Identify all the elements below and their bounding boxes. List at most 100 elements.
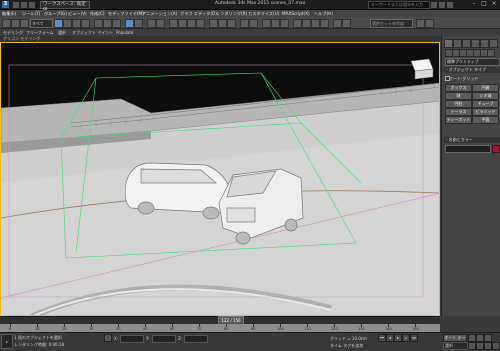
- cone-button[interactable]: 円錐: [472, 84, 499, 92]
- maxscript-listener-icon[interactable]: ▸: [1, 334, 13, 349]
- pan-view-icon[interactable]: [476, 342, 484, 350]
- close-icon[interactable]: ×: [490, 1, 498, 7]
- object-name-field[interactable]: [445, 145, 491, 153]
- move-icon[interactable]: [94, 19, 103, 28]
- menu-animation[interactable]: アニメーション(A): [142, 10, 177, 17]
- tab-object-paint[interactable]: オブジェクト ペイント: [72, 29, 113, 36]
- new-file-icon[interactable]: [12, 1, 20, 9]
- menu-tools[interactable]: ツール(T): [22, 10, 40, 17]
- sphere-button[interactable]: 球: [445, 92, 472, 100]
- keyboard-shortcut-icon[interactable]: [156, 19, 165, 28]
- layer-explorer-icon[interactable]: [249, 19, 258, 28]
- toolbar-options-icon[interactable]: [425, 19, 434, 28]
- reference-coord-icon[interactable]: [125, 19, 134, 28]
- render-setup-icon[interactable]: [302, 19, 311, 28]
- save-file-icon[interactable]: [28, 1, 36, 9]
- tube-button[interactable]: チューブ: [472, 100, 499, 108]
- field-of-view-icon[interactable]: [468, 342, 476, 350]
- torus-button[interactable]: トーラス: [445, 108, 472, 116]
- box-button[interactable]: ボックス: [445, 84, 472, 92]
- create-tab-icon[interactable]: [444, 39, 453, 48]
- prev-frame-icon[interactable]: ◂: [386, 334, 394, 342]
- rollout-object-type[interactable]: - オブジェクト タイプ: [444, 67, 500, 73]
- link-icon[interactable]: [20, 19, 29, 28]
- goto-end-icon[interactable]: ⏭: [410, 334, 418, 342]
- spinner-snap-icon[interactable]: [196, 19, 205, 28]
- angle-snap-icon[interactable]: [178, 19, 187, 28]
- auto-key-button[interactable]: オート キー: [443, 334, 467, 342]
- utilities-tab-icon[interactable]: [489, 39, 498, 48]
- plane-button[interactable]: 平面: [472, 116, 499, 124]
- redo-icon[interactable]: [11, 19, 20, 28]
- schematic-view-icon[interactable]: [280, 19, 289, 28]
- material-editor-icon[interactable]: [293, 19, 302, 28]
- menu-maxscript[interactable]: MAXScript(X): [282, 10, 310, 17]
- modify-tab-icon[interactable]: [453, 39, 462, 48]
- teapot-render-icon[interactable]: [333, 19, 342, 28]
- search-icon[interactable]: [430, 1, 438, 9]
- named-selection-set-dropdown[interactable]: 選択セットを作成: [370, 19, 413, 28]
- snap-toggle-icon[interactable]: [169, 19, 178, 28]
- minimize-icon[interactable]: –: [470, 1, 478, 7]
- ribbon-toggle-icon[interactable]: [262, 19, 271, 28]
- teapot-button[interactable]: ティーポット: [445, 116, 472, 124]
- mirror-icon[interactable]: [218, 19, 227, 28]
- key-filter-dropdown[interactable]: 選択: [443, 342, 468, 350]
- percent-snap-icon[interactable]: [187, 19, 196, 28]
- coord-z-field[interactable]: [184, 335, 208, 343]
- play-icon[interactable]: ▸: [394, 334, 402, 342]
- add-time-tag[interactable]: タイム タグを追加: [330, 343, 363, 349]
- menu-edit[interactable]: 編集(E): [2, 10, 16, 17]
- rollout-name-color[interactable]: - 名前とカラー: [444, 137, 500, 143]
- select-object-icon[interactable]: [54, 19, 63, 28]
- zoom-all-icon[interactable]: [476, 334, 484, 342]
- lock-selection-icon[interactable]: [104, 334, 112, 342]
- region-select-icon[interactable]: [72, 19, 81, 28]
- a360-render-icon[interactable]: [342, 19, 351, 28]
- selection-filter-dropdown[interactable]: すべて: [30, 19, 53, 28]
- scale-icon[interactable]: [112, 19, 121, 28]
- undo-icon[interactable]: [2, 19, 11, 28]
- menu-graph-editors[interactable]: グラフ エディタ(D): [180, 10, 217, 17]
- scene-explorer-icon[interactable]: [240, 19, 249, 28]
- help-icon[interactable]: [446, 1, 454, 9]
- tab-populate[interactable]: Populate: [116, 29, 133, 36]
- render-production-icon[interactable]: [320, 19, 329, 28]
- cylinder-button[interactable]: 円柱: [445, 100, 472, 108]
- next-frame-icon[interactable]: ▹: [402, 334, 410, 342]
- object-category-dropdown[interactable]: 標準プリミティブ: [445, 58, 500, 66]
- pyramid-button[interactable]: ピラミッド: [472, 108, 499, 116]
- signin-icon[interactable]: [438, 1, 446, 9]
- orbit-icon[interactable]: [484, 342, 492, 350]
- coord-y-field[interactable]: [152, 335, 176, 343]
- trackbar[interactable]: 0 10 20 30 40 50 60 70 80 90 100 110 120…: [0, 324, 440, 332]
- quick-access-icon[interactable]: [416, 19, 425, 28]
- manipulate-icon[interactable]: [147, 19, 156, 28]
- camera-viewport[interactable]: [+][カメラ001][シェーディング]: [0, 42, 440, 316]
- menu-customize[interactable]: カスタマイズ(U): [248, 10, 279, 17]
- search-input[interactable]: キーワードまたは語句を入力: [368, 1, 430, 9]
- menu-views[interactable]: ビュー(V): [68, 10, 87, 17]
- app-logo-icon[interactable]: 3: [2, 1, 9, 8]
- hierarchy-tab-icon[interactable]: [462, 39, 471, 48]
- curve-editor-icon[interactable]: [271, 19, 280, 28]
- maximize-viewport-icon[interactable]: [492, 342, 500, 350]
- open-file-icon[interactable]: [20, 1, 28, 9]
- display-tab-icon[interactable]: [480, 39, 489, 48]
- motion-tab-icon[interactable]: [471, 39, 480, 48]
- object-color-swatch[interactable]: [492, 145, 500, 153]
- zoom-icon[interactable]: [468, 334, 476, 342]
- menu-group[interactable]: グループ(G): [44, 10, 67, 17]
- menu-modifiers[interactable]: モディファイヤ(M): [108, 10, 144, 17]
- menu-create[interactable]: 作成(C): [90, 10, 105, 17]
- tab-freeform[interactable]: フリーフォーム: [26, 29, 54, 36]
- coord-x-field[interactable]: [120, 335, 144, 343]
- goto-start-icon[interactable]: ⏮: [378, 334, 386, 342]
- tab-modeling[interactable]: モデリング: [3, 29, 23, 36]
- rendered-frame-icon[interactable]: [311, 19, 320, 28]
- geosphere-button[interactable]: ジオ球: [472, 92, 499, 100]
- systems-icon[interactable]: [487, 49, 495, 57]
- rotate-icon[interactable]: [103, 19, 112, 28]
- pivot-center-icon[interactable]: [134, 19, 143, 28]
- select-by-name-icon[interactable]: [63, 19, 72, 28]
